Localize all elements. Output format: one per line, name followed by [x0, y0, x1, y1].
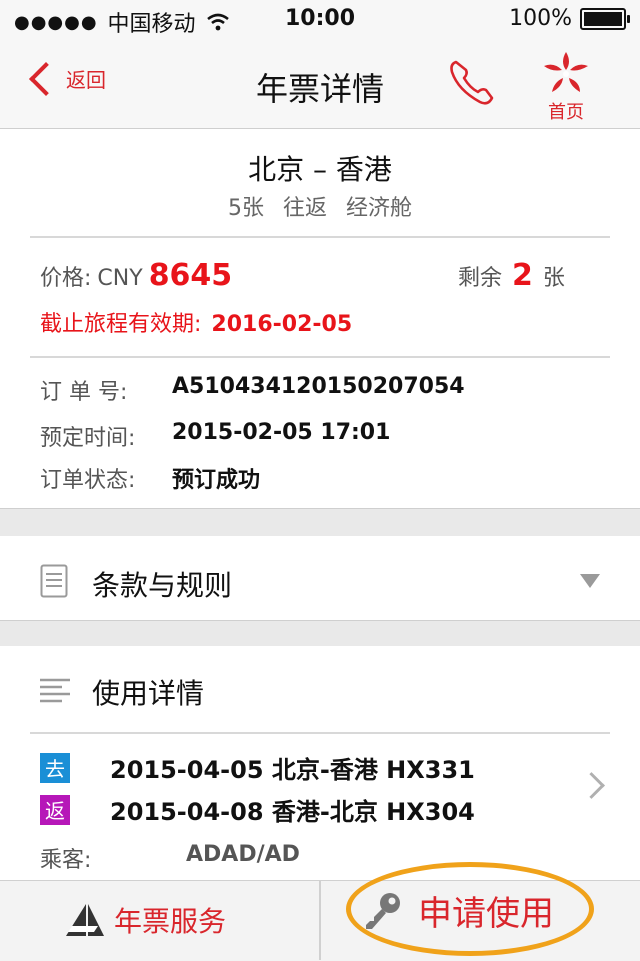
order-number-row: 订 单 号: A510434120150207054: [40, 374, 465, 406]
expand-triangle-icon: [580, 574, 600, 588]
service-tab-label: 年票服务: [114, 905, 227, 938]
order-number-label: 订 单 号:: [40, 380, 128, 405]
status-right: 100%: [509, 6, 630, 31]
section-separator: [0, 620, 640, 648]
order-status: 预订成功: [172, 468, 261, 493]
order-time-label: 预定时间:: [40, 426, 136, 451]
usage-section-header: 使用详情: [0, 646, 640, 734]
price-label: 价格:: [40, 266, 92, 291]
battery-icon: [580, 7, 630, 30]
divider: [30, 356, 610, 358]
passenger-name: ADAD/AD: [186, 842, 300, 867]
return-trip: 2015-04-08 香港-北京 HX304: [110, 798, 475, 826]
key-icon: [366, 892, 400, 929]
trip-row-outbound[interactable]: 去 2015-04-05 北京-香港 HX331: [40, 750, 475, 785]
cabin-class: 经济舱: [346, 196, 413, 221]
section-separator: [0, 508, 640, 538]
divider: [30, 732, 610, 734]
terms-label: 条款与规则: [92, 569, 233, 602]
order-number: A510434120150207054: [172, 374, 465, 399]
ticket-count: 5张: [227, 196, 264, 221]
remaining-unit: 张: [542, 266, 565, 291]
trip-type: 往返: [282, 196, 327, 221]
home-label[interactable]: 首页: [534, 98, 598, 124]
price-amount: 8645: [148, 258, 233, 293]
battery-percent: 100%: [509, 6, 572, 31]
tab-divider: [319, 880, 321, 960]
annual-ticket-service-tab[interactable]: 年票服务: [64, 900, 226, 940]
deadline-date: 2016-02-05: [211, 312, 353, 337]
order-status-label: 订单状态:: [40, 468, 136, 493]
outbound-badge: 去: [40, 752, 70, 783]
remaining-count: 2: [512, 258, 533, 293]
trip-row-return[interactable]: 返 2015-04-08 香港-北京 HX304: [40, 792, 475, 827]
order-time: 2015-02-05 17:01: [172, 420, 391, 445]
outbound-trip: 2015-04-05 北京-香港 HX331: [110, 756, 475, 784]
remaining-label: 剩余: [458, 266, 503, 291]
price-row: 价格: CNY 8645: [40, 258, 232, 293]
list-icon: [40, 678, 70, 703]
phone-icon[interactable]: [446, 56, 498, 108]
terms-section[interactable]: 条款与规则: [0, 536, 640, 628]
route-subtitle: 5张 往返 经济舱: [0, 190, 640, 222]
bauhinia-logo-icon[interactable]: [540, 50, 592, 96]
status-bar: ●●●●● 中国移动 10:00 100%: [0, 0, 640, 40]
passenger-row: 乘客: ADAD/AD: [40, 842, 300, 874]
apply-label: 申请使用: [418, 894, 554, 934]
deadline-label: 截止旅程有效期:: [40, 312, 202, 337]
remaining-row: 剩余 2 张: [458, 258, 565, 293]
apply-use-button[interactable]: 申请使用: [362, 886, 554, 935]
order-time-row: 预定时间: 2015-02-05 17:01: [40, 420, 390, 452]
validity-deadline: 截止旅程有效期: 2016-02-05: [40, 306, 352, 338]
price-currency: CNY: [97, 266, 143, 291]
passenger-label: 乘客:: [40, 848, 92, 873]
usage-label: 使用详情: [92, 677, 205, 710]
nav-bar: 返回 年票详情 首页: [0, 40, 640, 129]
service-logo-icon: [66, 904, 104, 936]
order-status-row: 订单状态: 预订成功: [40, 462, 260, 494]
return-badge: 返: [40, 794, 70, 825]
divider: [30, 236, 610, 238]
document-icon: [40, 564, 68, 598]
route-title: 北京 – 香港: [248, 153, 392, 186]
chevron-right-icon[interactable]: [578, 772, 605, 799]
